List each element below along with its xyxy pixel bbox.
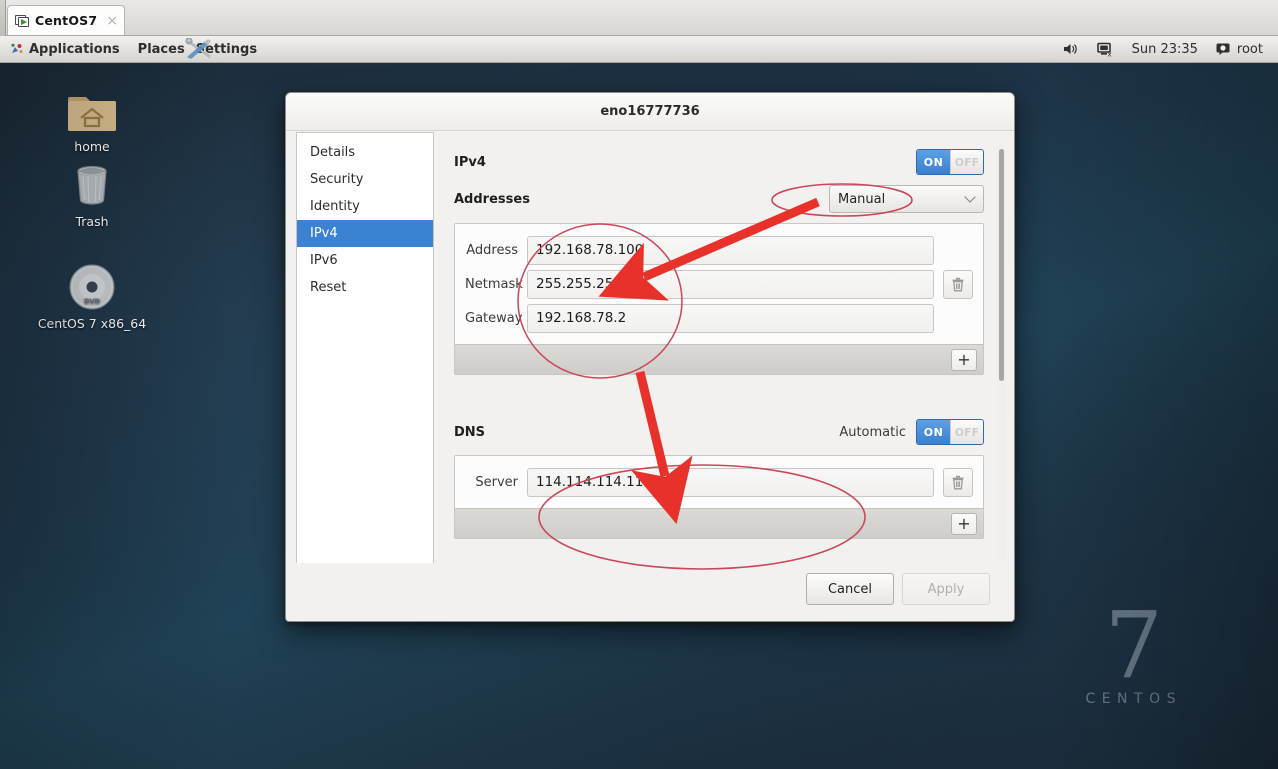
desktop-icon-cdrom[interactable]: DVD CentOS 7 x86_64 <box>37 262 147 331</box>
sidebar-item-label: Reset <box>310 280 347 295</box>
centos-watermark: 7 CENTOS <box>1085 592 1182 707</box>
address-field-label: Address <box>466 242 518 258</box>
vm-tab-label: CentOS7 <box>35 13 98 28</box>
settings-tools-icon <box>184 37 218 60</box>
dialog-sidebar: Details Security Identity IPv4 IPv6 Rese… <box>296 132 434 563</box>
vm-tab-strip-edge <box>0 0 6 36</box>
address-method-value: Manual <box>838 191 886 207</box>
delete-address-button[interactable] <box>943 269 973 299</box>
sidebar-item-label: IPv6 <box>310 253 338 268</box>
dns-server-input[interactable]: 114.114.114.114 <box>527 467 934 497</box>
sidebar-item-ipv4[interactable]: IPv4 <box>297 220 433 247</box>
dns-server-list-footer: + <box>455 508 983 538</box>
chevron-down-icon <box>964 191 976 203</box>
panel-user-label: root <box>1236 41 1263 57</box>
desktop-icon-home[interactable]: home <box>37 85 147 154</box>
gnome-top-panel: Applications Places Settings x Sun 23:35… <box>0 36 1278 63</box>
desktop-icon-trash[interactable]: Trash <box>37 160 147 229</box>
gateway-input[interactable]: 192.168.78.2 <box>527 303 934 333</box>
svg-text:x: x <box>1107 50 1111 57</box>
dns-automatic-label: Automatic <box>839 424 906 440</box>
panel-item-applications[interactable]: Applications <box>0 36 129 63</box>
ipv4-header-row: IPv4 ON OFF <box>454 147 984 177</box>
addresses-label: Addresses <box>454 191 530 207</box>
panel-item-settings[interactable]: Settings <box>185 36 266 63</box>
dvd-disc-icon: DVD <box>37 262 147 310</box>
panel-item-user[interactable]: root <box>1207 36 1272 63</box>
dns-toggle-off-label: OFF <box>950 420 983 444</box>
network-settings-dialog: eno16777736 Details Security Identity IP… <box>285 92 1015 622</box>
desktop-icon-home-label: home <box>74 139 110 154</box>
add-dns-server-button[interactable]: + <box>951 512 977 535</box>
desktop-icon-cdrom-label: CentOS 7 x86_64 <box>37 316 147 331</box>
watermark-word: CENTOS <box>1085 691 1182 707</box>
sidebar-item-ipv6[interactable]: IPv6 <box>297 247 433 274</box>
panel-clock[interactable]: Sun 23:35 <box>1123 36 1207 63</box>
dialog-body: Details Security Identity IPv4 IPv6 Rese… <box>286 131 1014 563</box>
vm-screen-play-icon <box>15 14 30 28</box>
trash-icon <box>952 475 964 489</box>
home-folder-icon <box>37 85 147 133</box>
field-row-gateway: Gateway 192.168.78.2 <box>455 301 973 335</box>
sidebar-item-label: Details <box>310 145 356 160</box>
field-row-address: Address 192.168.78.100 <box>455 233 973 267</box>
dialog-titlebar: eno16777736 <box>286 93 1014 131</box>
panel-item-applications-label: Applications <box>29 41 120 57</box>
add-address-button[interactable]: + <box>951 348 977 371</box>
dns-server-field-label: Server <box>475 474 518 490</box>
panel-left-group: Applications Places Settings <box>0 36 266 63</box>
netmask-input[interactable]: 255.255.255.0 <box>527 269 934 299</box>
panel-clock-label: Sun 23:35 <box>1131 41 1198 57</box>
field-row-netmask: Netmask 255.255.255.0 <box>455 267 973 301</box>
field-row-dns-server: Server 114.114.114.114 <box>455 465 973 499</box>
trash-icon <box>952 277 964 291</box>
pane-scrollbar-thumb[interactable] <box>999 149 1004 381</box>
dns-server-list: Server 114.114.114.114 + <box>454 455 984 539</box>
panel-right-group: x Sun 23:35 root <box>1054 36 1278 63</box>
address-input[interactable]: 192.168.78.100 <box>527 235 934 265</box>
ipv4-toggle[interactable]: ON OFF <box>916 149 984 175</box>
dialog-footer: Cancel Apply <box>286 563 1014 621</box>
ipv4-address-list-footer: + <box>455 344 983 374</box>
sidebar-item-label: IPv4 <box>310 226 338 241</box>
netmask-field-label: Netmask <box>465 276 523 292</box>
ipv4-section-label: IPv4 <box>454 154 486 170</box>
sidebar-item-label: Security <box>310 172 364 187</box>
delete-dns-server-button[interactable] <box>943 467 973 497</box>
panel-item-places-label: Places <box>137 41 185 57</box>
ipv4-address-list: Address 192.168.78.100 Netmask 255.255.2… <box>454 223 984 375</box>
panel-item-volume[interactable] <box>1054 36 1088 63</box>
sidebar-item-identity[interactable]: Identity <box>297 193 433 220</box>
panel-item-network[interactable]: x <box>1088 36 1123 63</box>
sidebar-item-reset[interactable]: Reset <box>297 274 433 301</box>
sidebar-item-label: Identity <box>310 199 360 214</box>
trash-icon <box>37 160 147 208</box>
dns-automatic-toggle[interactable]: ON OFF <box>916 419 984 445</box>
pane-scrollbar[interactable] <box>996 147 1006 561</box>
address-method-dropdown[interactable]: Manual <box>829 185 984 213</box>
dns-header-row: DNS Automatic ON OFF <box>454 417 984 447</box>
ipv4-toggle-off-label: OFF <box>950 150 983 174</box>
network-disconnected-icon: x <box>1096 42 1114 57</box>
watermark-number: 7 <box>1104 592 1163 700</box>
page-title: eno16777736 <box>600 104 700 119</box>
ipv4-settings-pane: IPv4 ON OFF Addresses Manual Address 192… <box>434 131 1014 563</box>
volume-icon <box>1063 42 1079 56</box>
ipv4-toggle-on-label: ON <box>917 150 950 174</box>
dns-section-label: DNS <box>454 424 486 440</box>
vm-tab-centos7[interactable]: CentOS7 × <box>7 5 125 35</box>
applications-icon <box>9 42 24 57</box>
svg-text:DVD: DVD <box>84 297 100 305</box>
apply-button: Apply <box>902 573 990 605</box>
user-icon <box>1216 42 1231 56</box>
addresses-header-row: Addresses Manual <box>454 177 984 221</box>
vm-tab-strip: CentOS7 × <box>0 0 1278 36</box>
cancel-button[interactable]: Cancel <box>806 573 894 605</box>
dns-toggle-on-label: ON <box>917 420 950 444</box>
desktop-icon-trash-label: Trash <box>75 214 109 229</box>
gateway-field-label: Gateway <box>465 310 523 326</box>
sidebar-item-details[interactable]: Details <box>297 139 433 166</box>
close-icon[interactable]: × <box>106 14 118 28</box>
sidebar-item-security[interactable]: Security <box>297 166 433 193</box>
